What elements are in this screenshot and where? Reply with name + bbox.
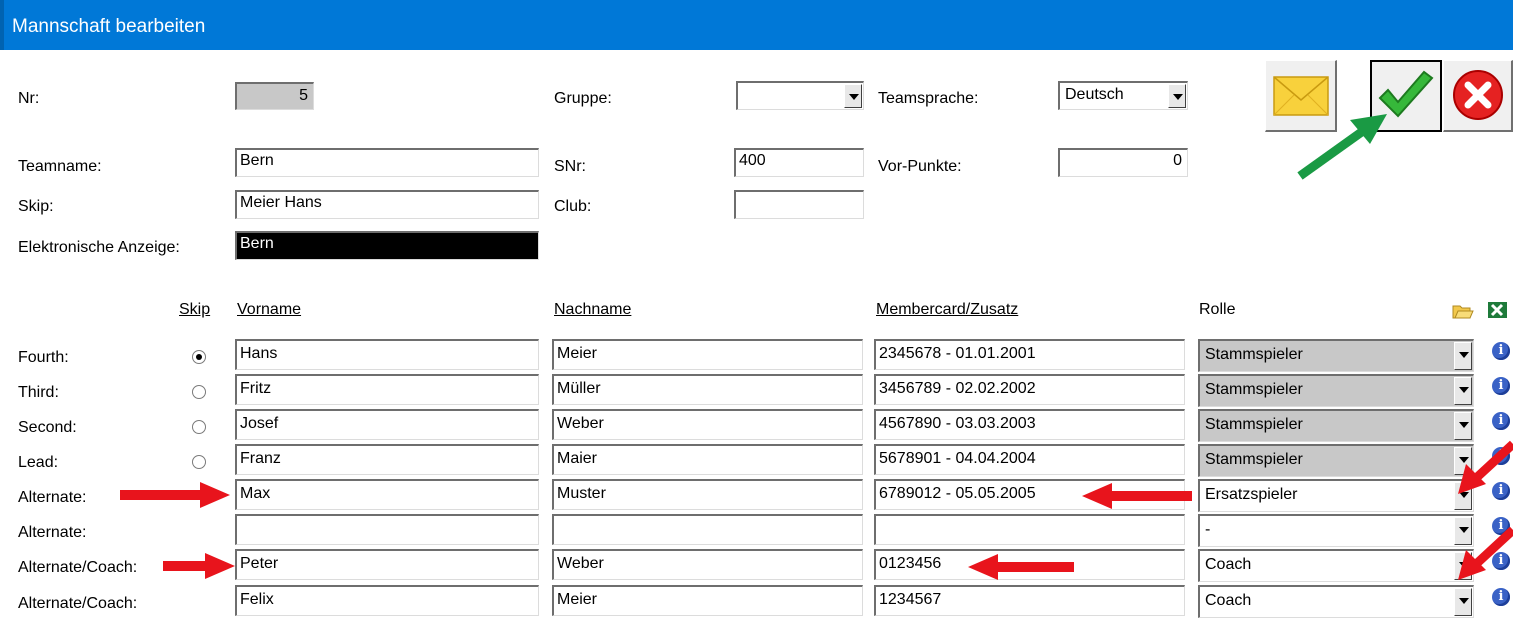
skip-radio[interactable] — [192, 420, 206, 434]
nachname-field[interactable]: Müller — [552, 374, 863, 405]
annotation-arrow-red — [1458, 526, 1513, 580]
close-icon — [1453, 70, 1503, 120]
skip-field[interactable]: Meier Hans — [235, 190, 539, 219]
nachname-field[interactable]: Weber — [552, 549, 863, 580]
annotation-arrow-red — [968, 554, 1074, 580]
nr-label: Nr: — [18, 90, 40, 107]
nachname-field[interactable]: Muster — [552, 479, 863, 510]
vorpunkte-label: Vor-Punkte: — [878, 158, 962, 175]
title-bar: Mannschaft bearbeiten — [0, 0, 1513, 50]
club-label: Club: — [554, 198, 592, 215]
cancel-button[interactable] — [1443, 60, 1513, 132]
annotation-arrow-red — [163, 553, 235, 579]
row-position-label: Fourth: — [18, 349, 69, 366]
vorname-field[interactable]: Fritz — [235, 374, 539, 405]
vorpunkte-field[interactable]: 0 — [1058, 148, 1188, 177]
snr-label: SNr: — [554, 158, 586, 175]
teamname-field[interactable]: Bern — [235, 148, 539, 177]
row-position-label: Lead: — [18, 454, 59, 471]
header-rolle: Rolle — [1199, 301, 1236, 318]
window-title: Mannschaft bearbeiten — [12, 16, 206, 37]
membercard-field[interactable]: 2345678 - 01.01.2001 — [874, 339, 1185, 370]
info-icon[interactable]: i — [1492, 588, 1510, 606]
folder-icon[interactable] — [1452, 302, 1474, 320]
row-position-label: Alternate: — [18, 524, 87, 541]
membercard-field[interactable] — [874, 514, 1185, 545]
rolle-select[interactable]: Stammspieler — [1198, 339, 1474, 372]
anzeige-label: Elektronische Anzeige: — [18, 239, 180, 256]
annotation-arrow-red — [1458, 440, 1513, 494]
nachname-field[interactable]: Meier — [552, 585, 863, 616]
row-position-label: Alternate: — [18, 489, 87, 506]
header-nachname: Nachname — [554, 301, 632, 318]
chevron-down-icon[interactable] — [1454, 342, 1472, 370]
row-position-label: Third: — [18, 384, 59, 401]
nachname-field[interactable]: Weber — [552, 409, 863, 440]
nachname-field[interactable] — [552, 514, 863, 545]
row-position-label: Alternate/Coach: — [18, 595, 138, 612]
membercard-field[interactable]: 3456789 - 02.02.2002 — [874, 374, 1185, 405]
anzeige-field[interactable]: Bern — [235, 231, 539, 260]
rolle-select[interactable]: Stammspieler — [1198, 444, 1474, 477]
chevron-down-icon[interactable] — [1454, 377, 1472, 405]
skip-label: Skip: — [18, 198, 54, 215]
excel-icon[interactable] — [1487, 300, 1509, 320]
annotation-arrow-green — [1297, 114, 1387, 180]
teamname-label: Teamname: — [18, 158, 102, 175]
rolle-select[interactable]: Stammspieler — [1198, 374, 1474, 407]
skip-radio[interactable] — [192, 455, 206, 469]
vorname-field[interactable] — [235, 514, 539, 545]
rolle-select[interactable]: Stammspieler — [1198, 409, 1474, 442]
annotation-arrow-red — [1082, 483, 1192, 509]
membercard-field[interactable]: 4567890 - 03.03.2003 — [874, 409, 1185, 440]
rolle-select[interactable]: Coach — [1198, 585, 1474, 618]
club-field[interactable] — [734, 190, 864, 219]
teamsprache-select[interactable]: Deutsch — [1058, 81, 1188, 110]
chevron-down-icon[interactable] — [1454, 588, 1472, 616]
header-membercard: Membercard/Zusatz — [876, 301, 1019, 318]
teamsprache-label: Teamsprache: — [878, 90, 979, 107]
skip-radio[interactable] — [192, 350, 206, 364]
nachname-field[interactable]: Meier — [552, 339, 863, 370]
annotation-arrow-red — [120, 482, 230, 508]
membercard-field[interactable]: 1234567 — [874, 585, 1185, 616]
skip-radio[interactable] — [192, 385, 206, 399]
vorname-field[interactable]: Felix — [235, 585, 539, 616]
rolle-select[interactable]: Coach — [1198, 549, 1474, 582]
vorname-field[interactable]: Hans — [235, 339, 539, 370]
gruppe-label: Gruppe: — [554, 90, 612, 107]
gruppe-select[interactable] — [736, 81, 864, 110]
rolle-select[interactable]: Ersatzspieler — [1198, 479, 1474, 512]
info-icon[interactable]: i — [1492, 412, 1510, 430]
nr-field[interactable]: 5 — [235, 82, 314, 110]
team-edit-form: Nr: 5 Gruppe: Teamsprache: Deutsch Teamn… — [0, 50, 1513, 623]
vorname-field[interactable]: Max — [235, 479, 539, 510]
row-position-label: Alternate/Coach: — [18, 559, 138, 576]
vorname-field[interactable]: Franz — [235, 444, 539, 475]
nachname-field[interactable]: Maier — [552, 444, 863, 475]
info-icon[interactable]: i — [1492, 377, 1510, 395]
rolle-select[interactable]: - — [1198, 514, 1474, 547]
membercard-field[interactable]: 5678901 - 04.04.2004 — [874, 444, 1185, 475]
snr-field[interactable]: 400 — [734, 148, 864, 177]
vorname-field[interactable]: Peter — [235, 549, 539, 580]
chevron-down-icon[interactable] — [844, 84, 862, 108]
chevron-down-icon[interactable] — [1168, 84, 1186, 108]
vorname-field[interactable]: Josef — [235, 409, 539, 440]
info-icon[interactable]: i — [1492, 342, 1510, 360]
row-position-label: Second: — [18, 419, 77, 436]
header-vorname: Vorname — [237, 301, 302, 318]
header-skip: Skip — [179, 301, 211, 318]
